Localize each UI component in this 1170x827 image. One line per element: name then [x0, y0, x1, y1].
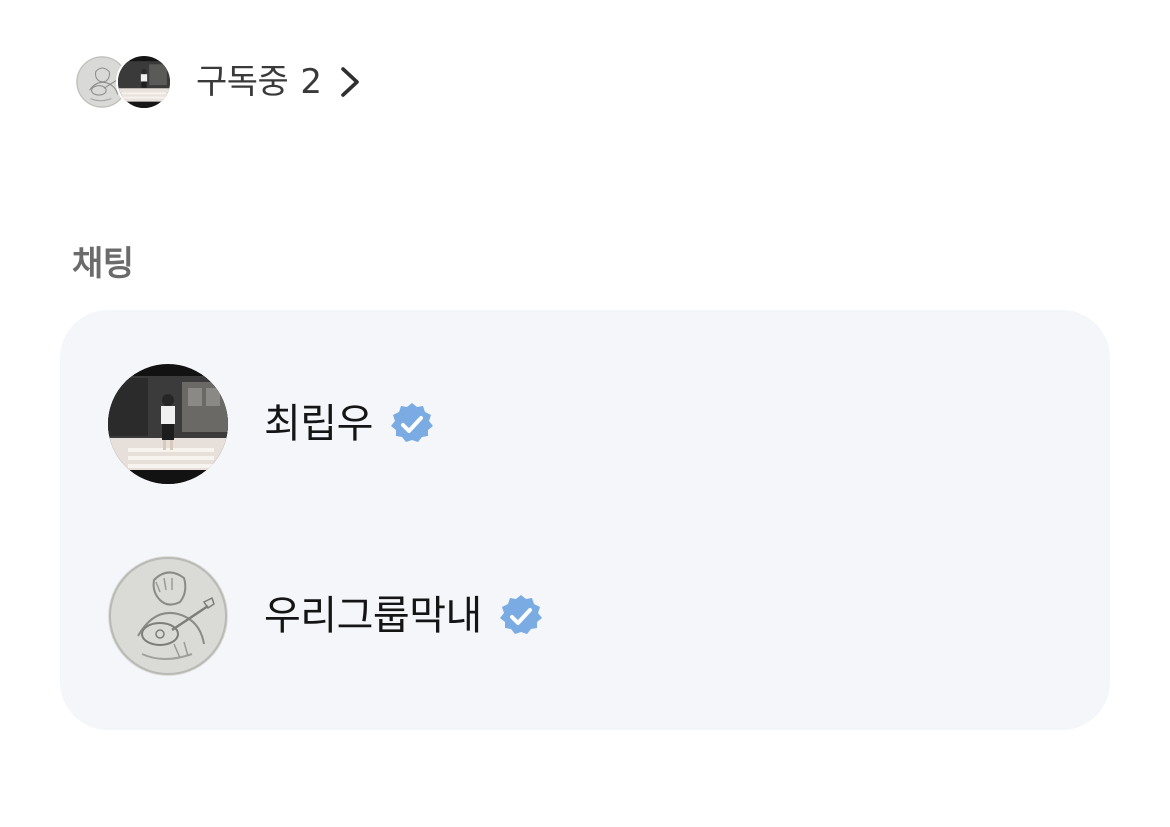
subscriptions-count: 2 — [300, 62, 322, 102]
chat-item-name: 우리그룹막내 — [264, 593, 482, 639]
chat-item[interactable]: 우리그룹막내 — [108, 556, 544, 676]
chat-section-title: 채팅 — [72, 244, 134, 284]
chat-item[interactable]: 최립우 — [108, 364, 435, 484]
sketch-guitar-avatar — [108, 556, 228, 676]
chevron-right-icon — [338, 65, 362, 99]
subscriptions-label: 구독중 — [196, 62, 289, 102]
chat-list: 최립우 우리그룹막내 — [60, 310, 1110, 730]
subscriptions-link[interactable]: 구독중 2 — [74, 54, 362, 110]
subscription-avatars — [74, 54, 172, 110]
verified-badge-icon — [498, 593, 544, 639]
street-photo-avatar — [116, 54, 172, 110]
street-photo-avatar — [108, 364, 228, 484]
verified-badge-icon — [389, 401, 435, 447]
chat-item-name: 최립우 — [264, 401, 373, 447]
